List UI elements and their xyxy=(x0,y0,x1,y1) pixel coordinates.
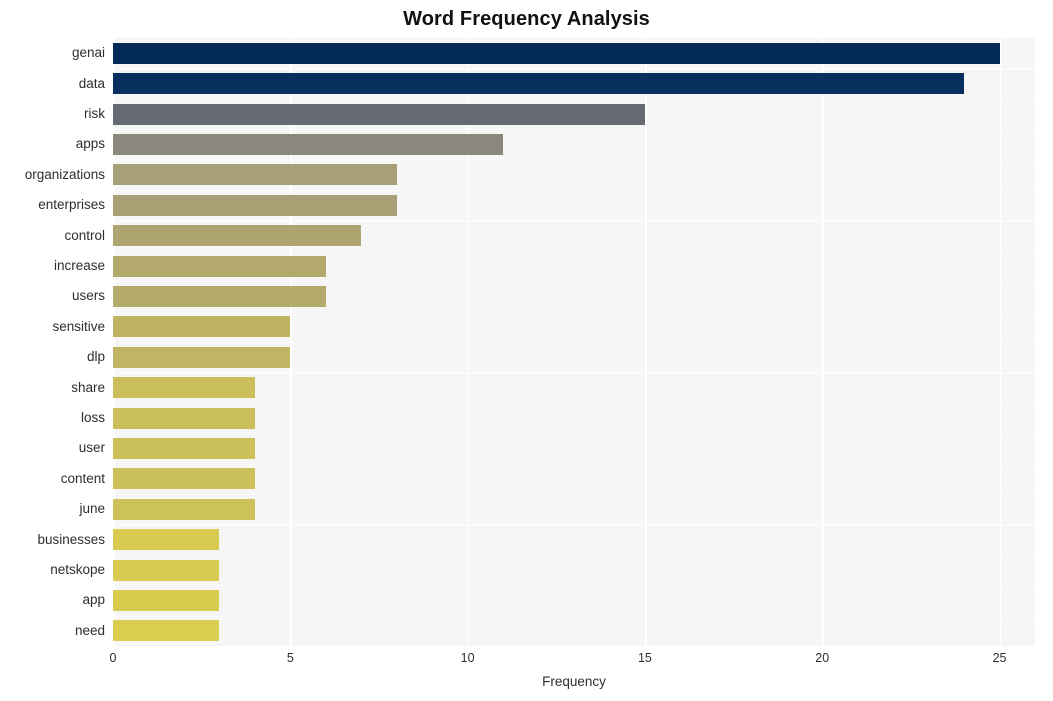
y-tick-label-content: content xyxy=(60,470,105,486)
bar-loss[interactable] xyxy=(113,407,255,429)
x-tick-label-20: 20 xyxy=(815,651,830,665)
bar-netskope[interactable] xyxy=(113,559,220,581)
bar-organizations[interactable] xyxy=(113,164,397,186)
bar-app[interactable] xyxy=(113,589,220,611)
bars-layer xyxy=(113,38,1035,646)
bar-genai[interactable] xyxy=(113,42,1000,64)
bar-content[interactable] xyxy=(113,468,255,490)
y-tick-label-control: control xyxy=(64,227,105,243)
y-tick-label-share: share xyxy=(71,379,105,395)
x-tick-label-0: 0 xyxy=(109,651,117,665)
chart-title: Word Frequency Analysis xyxy=(403,8,650,30)
y-tick-label-genai: genai xyxy=(71,45,105,61)
y-tick-label-businesses: businesses xyxy=(37,531,105,547)
y-tick-label-enterprises: enterprises xyxy=(38,197,105,213)
bar-data[interactable] xyxy=(113,73,965,95)
y-tick-label-organizations: organizations xyxy=(24,166,105,182)
y-tick-label-user: user xyxy=(78,440,105,456)
bar-share[interactable] xyxy=(113,377,255,399)
y-tick-label-loss: loss xyxy=(80,410,105,425)
bar-need[interactable] xyxy=(113,620,220,642)
bar-risk[interactable] xyxy=(113,103,645,125)
y-tick-label-users: users xyxy=(71,288,105,304)
y-tick-label-app: app xyxy=(82,592,105,608)
x-tick-label-15: 15 xyxy=(637,651,652,665)
x-axis: 0 5 10 15 20 25 xyxy=(109,646,1035,676)
bar-increase[interactable] xyxy=(113,255,326,277)
chart-figure: Word Frequency Analysis genai data risk app… xyxy=(0,0,1053,701)
y-tick-label-data: data xyxy=(78,75,105,91)
plot-area xyxy=(113,38,1035,646)
y-tick-label-sensitive: sensitive xyxy=(52,318,105,334)
bar-enterprises[interactable] xyxy=(113,194,397,216)
x-tick-label-5: 5 xyxy=(286,651,294,665)
y-tick-label-increase: increase xyxy=(53,258,105,273)
x-tick-label-10: 10 xyxy=(460,651,475,665)
y-tick-label-risk: risk xyxy=(84,106,105,121)
bar-sensitive[interactable] xyxy=(113,316,291,338)
bar-june[interactable] xyxy=(113,498,255,520)
bar-dlp[interactable] xyxy=(113,346,291,368)
y-axis: genai data risk apps organizations enterprise… xyxy=(0,38,105,646)
y-tick-label-netskope: netskope xyxy=(50,562,105,577)
bar-users[interactable] xyxy=(113,285,326,307)
bar-control[interactable] xyxy=(113,225,362,247)
x-tick-label-25: 25 xyxy=(992,651,1007,665)
y-tick-label-apps: apps xyxy=(75,136,105,152)
x-axis-title: Frequency xyxy=(542,674,606,689)
y-tick-label-dlp: dlp xyxy=(86,349,105,365)
y-tick-label-june: june xyxy=(79,501,105,517)
bar-apps[interactable] xyxy=(113,133,504,155)
y-tick-label-need: need xyxy=(74,622,105,638)
bar-businesses[interactable] xyxy=(113,529,220,551)
bar-user[interactable] xyxy=(113,437,255,459)
